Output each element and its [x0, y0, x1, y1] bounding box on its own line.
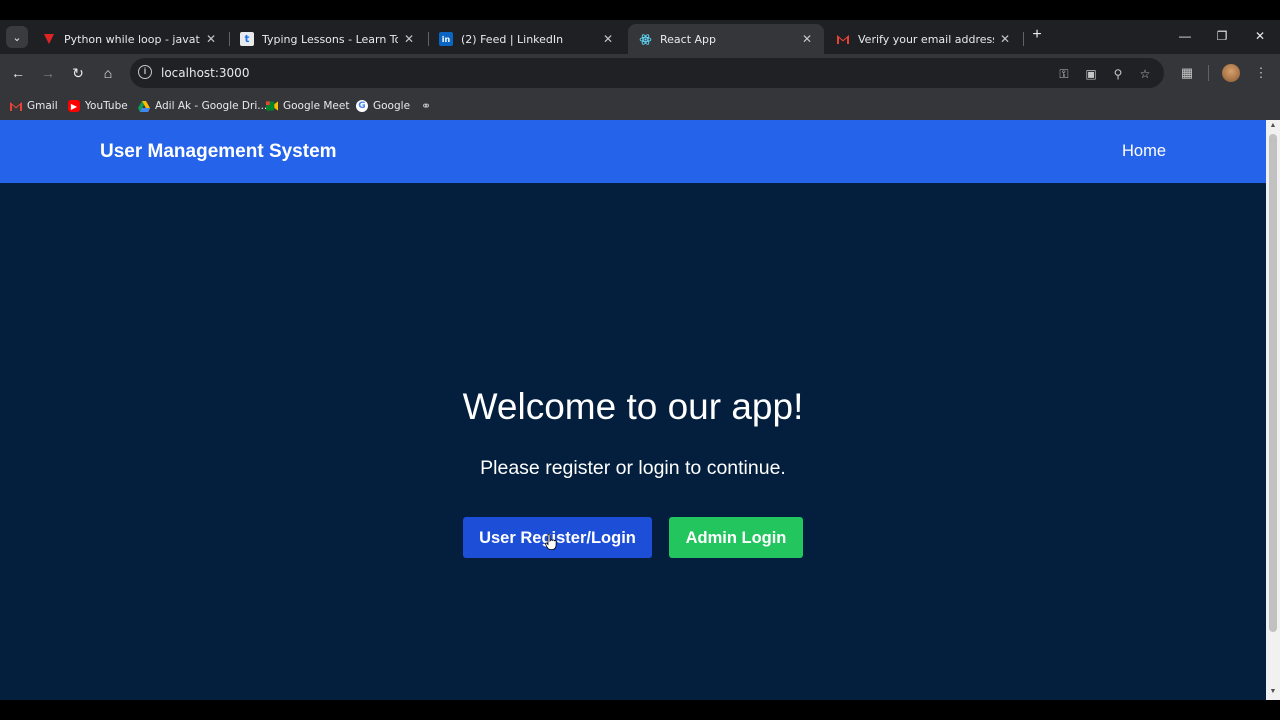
page-viewport: User Management System Home Welcome to o… — [0, 120, 1266, 700]
bookmarks-bar: Gmail ▶ YouTube Adil Ak - Google Dri... … — [0, 92, 1280, 120]
bookmark-label: Gmail — [27, 100, 58, 112]
globe-icon: ⚭ — [420, 99, 432, 113]
app-brand-title[interactable]: User Management System — [100, 141, 337, 163]
new-tab-plus-icon[interactable]: + — [1028, 26, 1046, 44]
browser-tab-strip: ⌄ Python while loop - javatpoint ✕ t Typ… — [0, 20, 1280, 54]
bookmark-google-meet[interactable]: Google Meet — [266, 98, 349, 114]
tab-title: Python while loop - javatpoint — [64, 32, 200, 46]
toolbar-divider — [1208, 65, 1209, 81]
browser-tab[interactable]: t Typing Lessons - Learn To Type ✕ — [230, 24, 426, 54]
address-bar[interactable]: i localhost:3000 ⚿ ▣ ⚲ ☆ — [130, 58, 1164, 88]
extensions-puzzle-icon[interactable]: ▦ — [1178, 64, 1196, 82]
forward-arrow-icon[interactable]: → — [38, 63, 58, 83]
scroll-up-arrow-icon[interactable]: ▲ — [1269, 122, 1277, 130]
linkedin-favicon-icon: in — [439, 32, 453, 46]
close-icon[interactable]: ✕ — [204, 32, 218, 46]
google-drive-icon — [138, 100, 150, 112]
tab-divider — [1023, 32, 1024, 46]
welcome-heading: Welcome to our app! — [462, 386, 804, 427]
tab-search-button[interactable]: ⌄ — [6, 26, 28, 48]
close-icon[interactable]: ✕ — [998, 32, 1012, 46]
bookmark-label: Adil Ak - Google Dri... — [155, 100, 268, 112]
close-icon[interactable]: ✕ — [402, 32, 416, 46]
google-meet-icon — [266, 100, 278, 112]
bookmark-youtube[interactable]: ▶ YouTube — [68, 98, 128, 114]
reload-icon[interactable]: ↻ — [68, 63, 88, 83]
admin-login-button[interactable]: Admin Login — [669, 517, 803, 558]
restore-icon[interactable]: ❐ — [1212, 26, 1232, 46]
chevron-down-icon: ⌄ — [12, 31, 22, 44]
tab-title: React App — [660, 32, 717, 46]
site-info-icon[interactable]: i — [138, 65, 152, 79]
javatpoint-favicon-icon — [42, 32, 56, 46]
scroll-down-arrow-icon[interactable]: ▼ — [1269, 688, 1277, 696]
close-icon[interactable]: ✕ — [601, 32, 615, 46]
close-icon[interactable]: ✕ — [800, 32, 814, 46]
gmail-icon — [10, 100, 22, 112]
bookmark-globe[interactable]: ⚭ — [420, 98, 437, 114]
browser-tab[interactable]: in (2) Feed | LinkedIn ✕ — [429, 24, 625, 54]
youtube-icon: ▶ — [68, 100, 80, 112]
react-favicon-icon — [638, 32, 652, 46]
back-arrow-icon[interactable]: ← — [8, 63, 28, 83]
google-icon: G — [356, 100, 368, 112]
bookmark-label: Google Meet — [283, 100, 350, 112]
home-icon[interactable]: ⌂ — [98, 63, 118, 83]
hand-cursor-icon — [545, 534, 557, 550]
bookmark-google-drive[interactable]: Adil Ak - Google Dri... — [138, 98, 267, 114]
browser-tab-active[interactable]: React App ✕ — [628, 24, 824, 54]
browser-tab[interactable]: Verify your email address - mai ✕ — [826, 24, 1022, 54]
key-icon[interactable]: ⚿ — [1056, 66, 1072, 82]
page-scrollbar[interactable]: ▲ ▼ — [1266, 120, 1280, 700]
user-register-login-button[interactable]: User Register/Login — [463, 517, 652, 558]
typing-favicon-icon: t — [240, 32, 254, 46]
nav-home-link[interactable]: Home — [1122, 142, 1166, 161]
bookmark-gmail[interactable]: Gmail — [10, 98, 58, 114]
browser-toolbar: ← → ↻ ⌂ i localhost:3000 ⚿ ▣ ⚲ ☆ ▦ ⋮ — [0, 54, 1280, 92]
screen-top-border — [0, 0, 1280, 20]
tab-title: (2) Feed | LinkedIn — [461, 32, 564, 46]
zoom-icon[interactable]: ⚲ — [1110, 66, 1126, 82]
address-url[interactable]: localhost:3000 — [161, 66, 249, 80]
install-app-icon[interactable]: ▣ — [1083, 66, 1099, 82]
bookmark-label: YouTube — [85, 100, 128, 112]
window-close-icon[interactable]: ✕ — [1250, 26, 1270, 46]
profile-avatar[interactable] — [1222, 64, 1240, 82]
screen-bottom-border — [0, 700, 1280, 720]
browser-tab[interactable]: Python while loop - javatpoint ✕ — [32, 24, 228, 54]
bookmark-star-icon[interactable]: ☆ — [1137, 66, 1153, 82]
tab-title: Verify your email address - mai — [858, 32, 994, 46]
scrollbar-thumb[interactable] — [1269, 134, 1277, 632]
welcome-subtitle: Please register or login to continue. — [480, 457, 786, 479]
gmail-favicon-icon — [836, 32, 850, 46]
menu-kebab-icon[interactable]: ⋮ — [1252, 64, 1270, 82]
bookmark-label: Google — [373, 100, 411, 112]
minimize-icon[interactable]: — — [1175, 26, 1195, 46]
bookmark-google[interactable]: G Google — [356, 98, 410, 114]
app-navbar: User Management System Home — [0, 120, 1266, 183]
tab-title: Typing Lessons - Learn To Type — [262, 32, 398, 46]
